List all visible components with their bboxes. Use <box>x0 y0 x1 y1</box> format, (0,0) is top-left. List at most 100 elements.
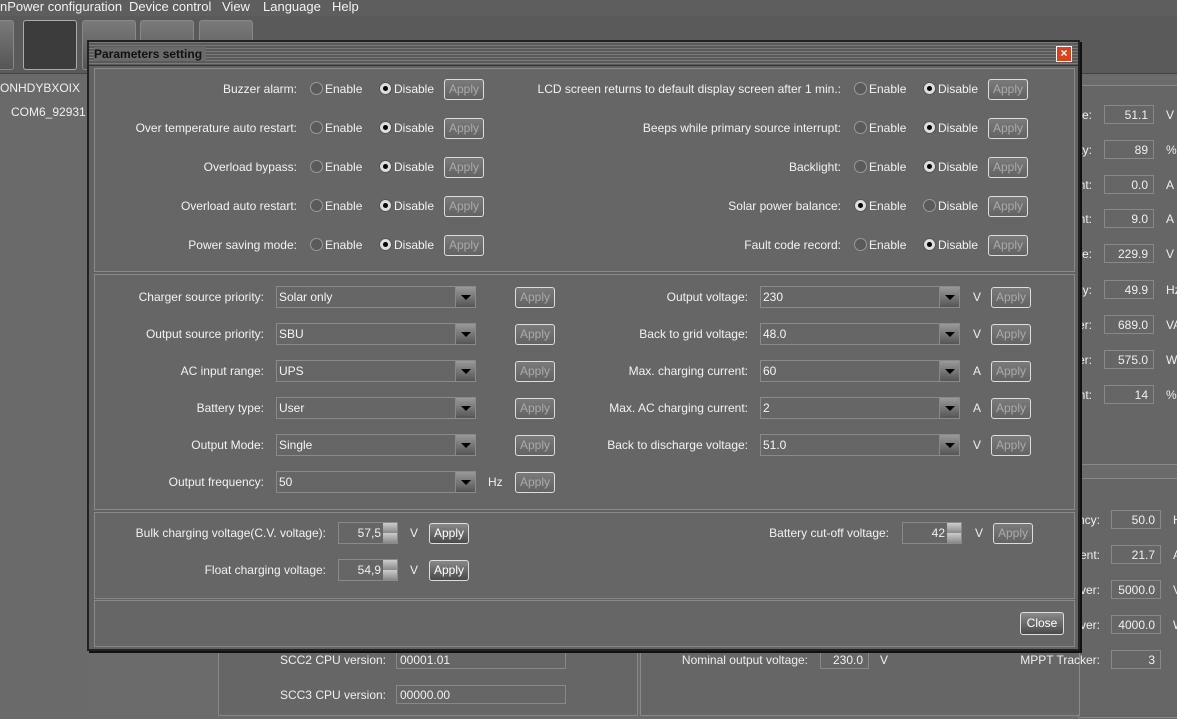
select-label: Back to grid voltage: <box>639 327 748 341</box>
spin-down-icon[interactable] <box>383 570 397 580</box>
spin-up-icon[interactable] <box>383 523 397 533</box>
disable-radio[interactable] <box>923 82 936 95</box>
rating-value: 3 <box>1111 650 1161 669</box>
status-unit: % <box>1166 388 1177 402</box>
nominal-output-unit: V <box>880 653 889 667</box>
select-dropdown[interactable]: Solar only <box>276 286 476 308</box>
enable-radio[interactable] <box>310 82 323 95</box>
status-value: 689.0 <box>1104 315 1154 334</box>
disable-radio[interactable] <box>923 238 936 251</box>
disable-radio[interactable] <box>923 160 936 173</box>
spinner-input[interactable]: 42 <box>902 522 962 544</box>
parameters-tool-button[interactable] <box>23 20 77 70</box>
close-icon[interactable]: × <box>1056 46 1072 62</box>
tree-device[interactable]: COM6_92931 <box>11 105 86 119</box>
apply-button[interactable]: Apply <box>429 560 469 581</box>
status-value: 0.0 <box>1104 175 1154 194</box>
toggle-label: Solar power balance: <box>728 199 841 213</box>
scc2-value: 00001.01 <box>396 650 566 669</box>
status-value: 575.0 <box>1104 350 1154 369</box>
select-label: Battery type: <box>196 401 264 415</box>
spin-up-icon[interactable] <box>383 560 397 570</box>
apply-button[interactable]: Apply <box>991 435 1031 456</box>
dialog-title: Parameters setting <box>94 47 207 61</box>
select-dropdown[interactable]: 50 <box>276 471 476 493</box>
chevron-down-icon[interactable] <box>939 398 959 418</box>
enable-radio[interactable] <box>310 160 323 173</box>
select-dropdown[interactable]: Single <box>276 434 476 456</box>
spinner-label: Float charging voltage: <box>204 563 326 577</box>
apply-button[interactable]: Apply <box>991 361 1031 382</box>
rating-unit: H <box>1173 513 1177 527</box>
select-dropdown[interactable]: 51.0 <box>760 434 960 456</box>
rating-unit: A <box>1173 548 1177 562</box>
chevron-down-icon[interactable] <box>939 324 959 344</box>
unit-label: V <box>973 438 982 452</box>
apply-button[interactable]: Apply <box>993 523 1033 544</box>
select-dropdown[interactable]: 230 <box>760 286 960 308</box>
enable-radio[interactable] <box>854 238 867 251</box>
select-label: Max. charging current: <box>628 364 748 378</box>
select-value: UPS <box>279 364 304 378</box>
apply-button[interactable]: Apply <box>991 398 1031 419</box>
select-dropdown[interactable]: UPS <box>276 360 476 382</box>
spinner-value: 54,9 <box>357 563 381 577</box>
enable-radio[interactable] <box>310 238 323 251</box>
chevron-down-icon[interactable] <box>939 287 959 307</box>
scc2-label: SCC2 CPU version: <box>279 653 386 667</box>
spinner-input[interactable]: 57,5 <box>338 522 398 544</box>
chart-tool-button[interactable] <box>0 20 14 70</box>
enable-radio[interactable] <box>854 160 867 173</box>
apply-button[interactable]: Apply <box>429 523 469 544</box>
select-label: Output Mode: <box>191 438 264 452</box>
select-value: 60 <box>763 364 777 378</box>
select-dropdown[interactable]: 2 <box>760 397 960 419</box>
select-label: AC input range: <box>180 364 264 378</box>
status-value: 51.1 <box>1104 105 1154 124</box>
close-button[interactable]: Close <box>1020 612 1064 635</box>
menu-view[interactable]: View <box>222 0 250 14</box>
select-value: 48.0 <box>763 327 787 341</box>
apply-button[interactable]: Apply <box>515 472 555 493</box>
spinner-value: 42 <box>931 526 945 540</box>
dialog-title-bar[interactable]: Parameters setting × <box>89 42 1078 66</box>
enable-radio[interactable] <box>310 121 323 134</box>
menu-help[interactable]: Help <box>332 0 359 14</box>
disable-radio[interactable] <box>923 121 936 134</box>
apply-button[interactable]: Apply <box>988 235 1028 256</box>
rating-unit: V <box>1173 583 1177 597</box>
spin-up-icon[interactable] <box>947 523 961 533</box>
status-value: 9.0 <box>1104 209 1154 228</box>
spin-down-icon[interactable] <box>947 533 961 543</box>
apply-button[interactable]: Apply <box>988 157 1028 178</box>
select-dropdown[interactable]: User <box>276 397 476 419</box>
spin-down-icon[interactable] <box>383 533 397 543</box>
apply-button[interactable]: Apply <box>988 79 1028 100</box>
toggle-label: Over temperature auto restart: <box>135 121 297 135</box>
spinner-input[interactable]: 54,9 <box>338 559 398 581</box>
select-value: 50 <box>279 475 293 489</box>
apply-button[interactable]: Apply <box>991 287 1031 308</box>
menu-language[interactable]: Language <box>263 0 321 14</box>
enable-radio[interactable] <box>854 82 867 95</box>
enable-radio[interactable] <box>854 121 867 134</box>
enable-radio[interactable] <box>310 199 323 212</box>
unit-label: V <box>973 290 982 304</box>
menu-device-control[interactable]: Device control <box>129 0 211 14</box>
select-dropdown[interactable]: SBU <box>276 323 476 345</box>
menu-configuration[interactable]: nPower configuration <box>0 0 122 14</box>
chevron-down-icon[interactable] <box>939 361 959 381</box>
enable-label: Enable <box>869 160 907 174</box>
disable-radio[interactable] <box>923 199 936 212</box>
select-dropdown[interactable]: 48.0 <box>760 323 960 345</box>
chevron-down-icon[interactable] <box>455 472 475 492</box>
spinner-value: 57,5 <box>357 526 381 540</box>
enable-radio[interactable] <box>854 199 867 212</box>
apply-button[interactable]: Apply <box>988 118 1028 139</box>
spinner-label: Bulk charging voltage(C.V. voltage): <box>135 526 326 540</box>
select-dropdown[interactable]: 60 <box>760 360 960 382</box>
select-value: SBU <box>279 327 304 341</box>
chevron-down-icon[interactable] <box>939 435 959 455</box>
apply-button[interactable]: Apply <box>988 196 1028 217</box>
apply-button[interactable]: Apply <box>991 324 1031 345</box>
